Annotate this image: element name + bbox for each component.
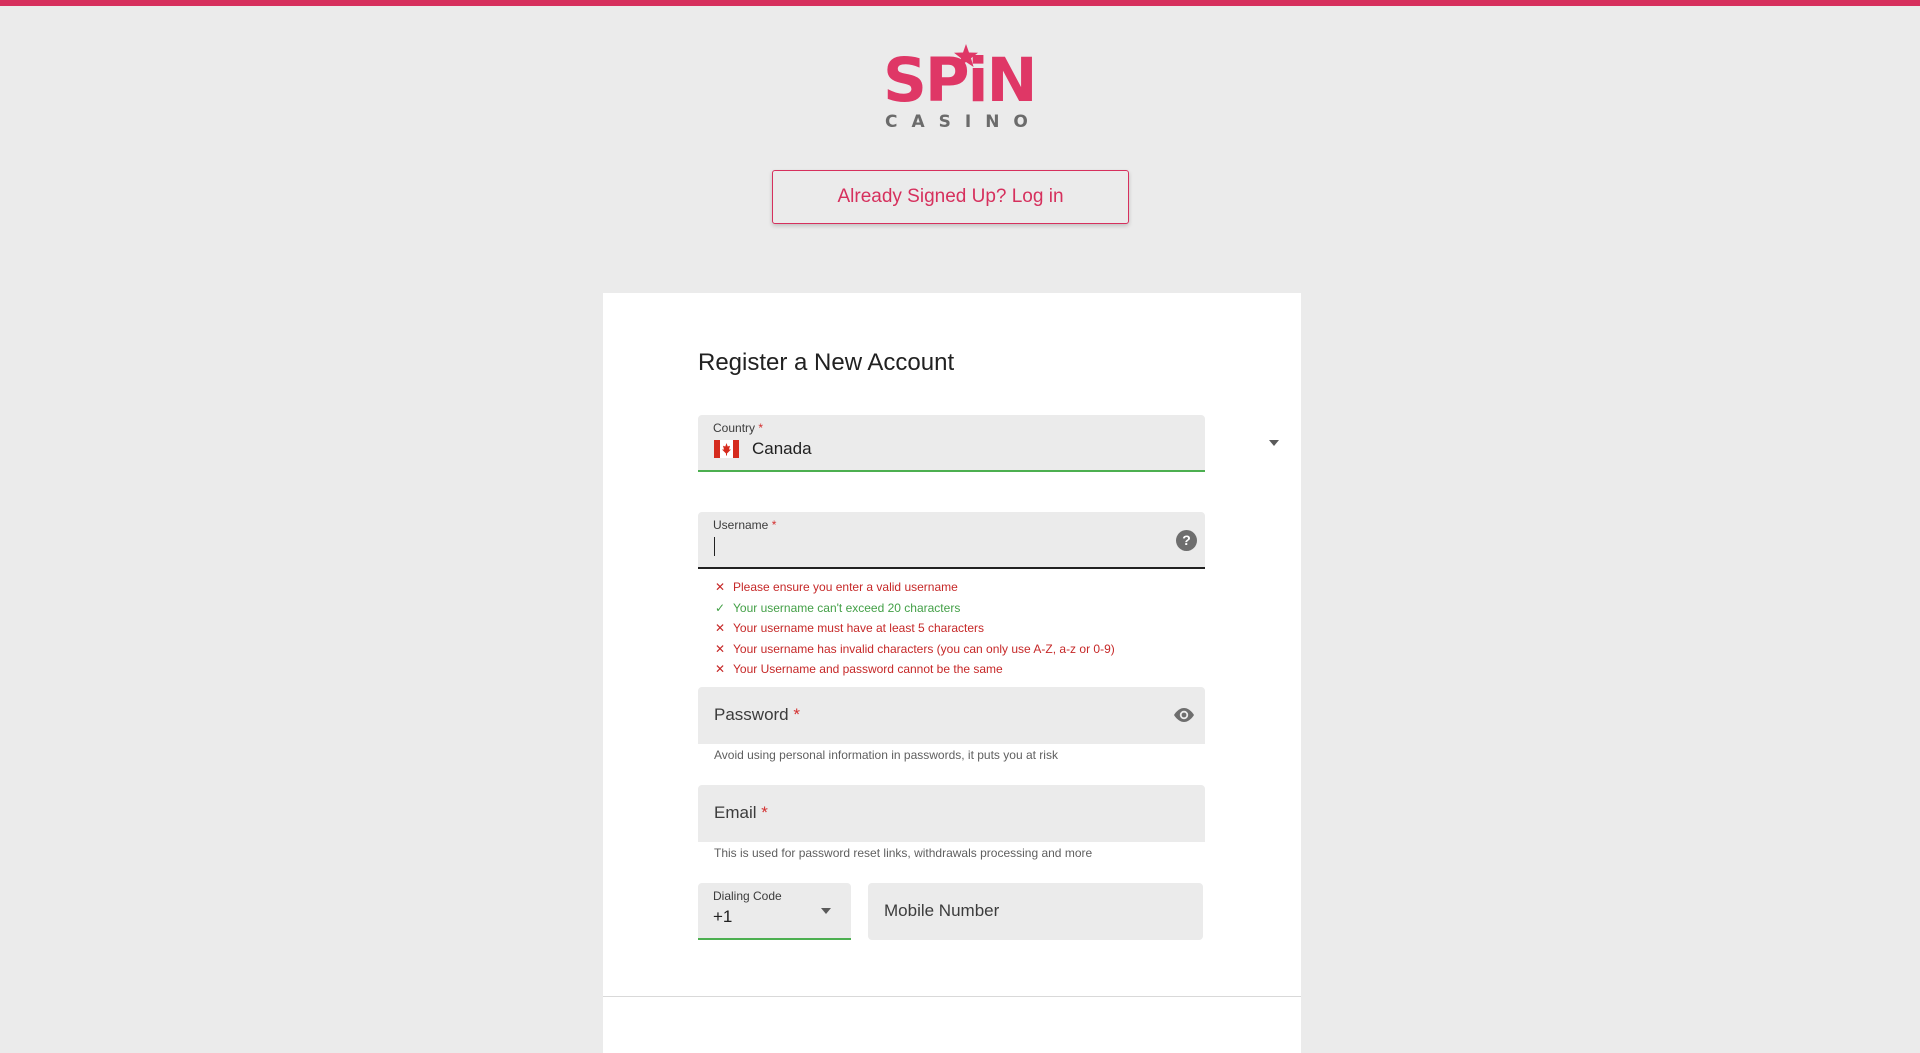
text-cursor: [714, 537, 715, 556]
question-circle-icon[interactable]: ?: [1176, 530, 1197, 551]
chevron-down-icon[interactable]: [1269, 440, 1279, 446]
country-label: Country *: [713, 421, 764, 435]
username-field[interactable]: Username * ?: [698, 512, 1205, 569]
cross-icon: ✕: [714, 621, 726, 635]
logo-star-icon: [954, 44, 978, 67]
password-hint: Avoid using personal information in pass…: [714, 748, 1058, 762]
email-hint: This is used for password reset links, w…: [714, 846, 1093, 860]
password-field[interactable]: Password *: [698, 687, 1205, 744]
dialing-code-value: +1: [713, 907, 733, 926]
eye-icon[interactable]: [1172, 706, 1196, 724]
dialing-code-select[interactable]: Dialing Code +1: [698, 883, 851, 940]
logo-subtitle: CASINO: [885, 112, 1042, 132]
cross-icon: ✕: [714, 641, 726, 656]
cross-icon: ✕: [714, 580, 726, 594]
mobile-number-placeholder: Mobile Number: [884, 901, 1000, 920]
username-validation-list: ✕ Please ensure you enter a valid usernam…: [714, 577, 1115, 680]
page-title: Register a New Account: [698, 349, 955, 376]
validation-rule: ✕ Please ensure you enter a valid usernam…: [714, 577, 1115, 598]
email-field[interactable]: Email *: [698, 785, 1205, 842]
cross-icon: ✕: [714, 662, 726, 676]
registration-card: Register a New Account Country * Canada …: [603, 293, 1301, 1053]
login-button[interactable]: Already Signed Up? Log in: [772, 170, 1129, 224]
password-label: Password *: [714, 705, 800, 724]
canada-flag-icon: [714, 440, 739, 458]
country-value: Canada: [752, 439, 812, 458]
top-accent-bar: [0, 0, 1920, 6]
section-divider: [603, 996, 1301, 997]
validation-rule: ✕ Your Username and password cannot be th…: [714, 659, 1115, 680]
validation-rule: ✓ Your username can't exceed 20 character…: [714, 598, 1115, 619]
validation-rule: ✕ Your username has invalid characters (y…: [714, 639, 1115, 660]
mobile-number-field[interactable]: Mobile Number: [868, 883, 1203, 940]
dialing-code-label: Dialing Code: [713, 889, 782, 903]
spin-casino-logo[interactable]: SPiN CASINO: [880, 44, 1042, 136]
country-select[interactable]: Country * Canada: [698, 415, 1279, 472]
chevron-down-icon[interactable]: [821, 908, 831, 914]
validation-rule: ✕ Your username must have at least 5 char…: [714, 618, 1115, 639]
email-label: Email *: [714, 803, 768, 822]
username-label: Username *: [713, 518, 777, 532]
check-icon: ✓: [714, 600, 726, 615]
